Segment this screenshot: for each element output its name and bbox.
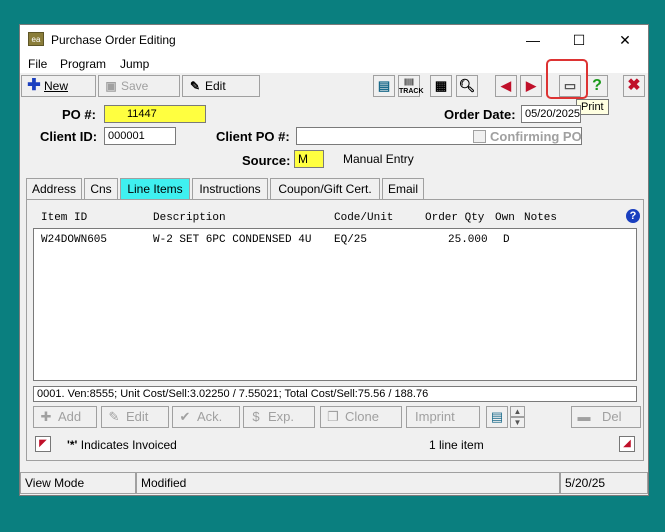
eraser-icon: ▬	[577, 409, 591, 424]
move-down-icon[interactable]: ▼	[510, 417, 525, 428]
order-date-label: Order Date:	[444, 107, 516, 122]
line-detail: 0001. Ven:8555; Unit Cost/Sell:3.02250 /…	[33, 386, 637, 402]
barcode-track-icon[interactable]: ||||| TRACK	[398, 75, 424, 97]
purchase-order-window: ea Purchase Order Editing — ☐ ✕ File Pro…	[19, 24, 649, 496]
copy-line-icon[interactable]: ▤	[486, 406, 508, 428]
tab-cns[interactable]: Cns	[84, 178, 118, 200]
tab-instructions[interactable]: Instructions	[192, 178, 268, 200]
grid-help-icon[interactable]: ?	[626, 209, 640, 223]
source-label: Source:	[242, 153, 291, 168]
search-icon[interactable]: 🔍︎	[456, 75, 478, 97]
legend-corner-icon: ◢	[619, 436, 635, 452]
imprint-line-button[interactable]: Imprint	[406, 406, 480, 428]
menu-file[interactable]: File	[28, 57, 47, 71]
col-notes: Notes	[524, 212, 558, 224]
row-item-id: W24DOWN605	[41, 234, 108, 246]
window-close-button[interactable]: ✕	[610, 29, 640, 51]
ack-line-button[interactable]: ✔ Ack.	[172, 406, 240, 428]
move-up-icon[interactable]: ▲	[510, 406, 525, 417]
pencil-icon: ✎	[108, 409, 120, 424]
pencil-icon: ✎	[189, 79, 201, 93]
clone-line-button[interactable]: ❐ Clone	[320, 406, 402, 428]
row-qty: 25.000	[448, 234, 488, 246]
window-title: Purchase Order Editing	[51, 33, 176, 47]
tab-line-items[interactable]: Line Items	[120, 178, 190, 200]
client-po-label: Client PO #:	[216, 129, 290, 144]
table-row[interactable]: W24DOWN605 W-2 SET 6PC CONDENSED 4U EQ/2…	[34, 234, 636, 250]
check-icon: ✔	[179, 409, 191, 424]
col-item-id: Item ID	[41, 212, 88, 224]
print-highlight	[546, 59, 588, 99]
add-line-button[interactable]: ✚ Add	[33, 406, 97, 428]
row-code-unit: EQ/25	[334, 234, 368, 246]
client-id-field[interactable]: 000001	[104, 127, 176, 145]
prev-arrow-icon[interactable]: ◀	[495, 75, 517, 97]
row-description: W-2 SET 6PC CONDENSED 4U	[153, 234, 312, 246]
confirming-po-checkbox[interactable]	[473, 130, 486, 143]
tab-email[interactable]: Email	[382, 178, 424, 200]
tab-coupon-gift-cert[interactable]: Coupon/Gift Cert.	[270, 178, 380, 200]
status-date: 5/20/25	[560, 472, 648, 494]
invoiced-text: Indicates Invoiced	[80, 438, 177, 452]
invoiced-legend: '*' Indicates Invoiced	[67, 438, 177, 452]
line-item-count: 1 line item	[429, 438, 484, 452]
edit-line-button[interactable]: ✎ Edit	[101, 406, 169, 428]
menu-program[interactable]: Program	[60, 57, 106, 71]
status-mode: View Mode	[20, 472, 136, 494]
help-icon[interactable]: ?	[586, 75, 608, 97]
col-own: Own	[495, 212, 515, 224]
plus-icon: ✚	[27, 77, 41, 94]
maximize-button[interactable]: ☐	[564, 29, 594, 51]
col-code-unit: Code/Unit	[334, 212, 394, 224]
source-field[interactable]: M	[294, 150, 324, 168]
order-date-field[interactable]: 05/20/2025	[521, 105, 581, 123]
next-arrow-icon[interactable]: ▶	[520, 75, 542, 97]
title-bar: ea Purchase Order Editing — ☐ ✕	[20, 25, 648, 55]
menu-jump[interactable]: Jump	[120, 57, 149, 71]
invoiced-mark: '*'	[67, 438, 78, 452]
delete-line-button[interactable]: ▬ Del	[571, 406, 641, 428]
row-own: D	[503, 234, 510, 246]
app-icon: ea	[28, 32, 44, 46]
invoiced-legend-icon: ◤	[35, 436, 51, 452]
dollar-icon: $	[252, 409, 260, 424]
save-disk-icon: ▣	[105, 79, 117, 93]
col-description: Description	[153, 212, 226, 224]
confirming-po-label: Confirming PO	[490, 129, 582, 144]
tab-address[interactable]: Address	[26, 178, 82, 200]
clone-icon: ❐	[327, 409, 339, 424]
plus-icon: ✚	[40, 409, 52, 424]
form-icon[interactable]: ▦	[430, 75, 452, 97]
exp-line-button[interactable]: $ Exp.	[243, 406, 315, 428]
status-state: Modified	[136, 472, 560, 494]
client-id-label: Client ID:	[40, 129, 98, 144]
line-items-panel: Item ID Description Code/Unit Order Qty …	[26, 199, 644, 461]
status-bar: View Mode Modified 5/20/25	[20, 471, 648, 495]
po-label: PO #:	[62, 107, 96, 122]
col-order-qty: Order Qty	[425, 212, 485, 224]
copy-icon[interactable]: ▤	[373, 75, 395, 97]
new-button[interactable]: ✚ New	[21, 75, 96, 97]
line-items-grid[interactable]: W24DOWN605 W-2 SET 6PC CONDENSED 4U EQ/2…	[33, 228, 637, 381]
save-button[interactable]: ▣ Save	[98, 75, 180, 97]
minimize-button[interactable]: —	[518, 29, 548, 51]
source-description: Manual Entry	[343, 152, 414, 166]
edit-button[interactable]: ✎ Edit	[182, 75, 260, 97]
po-number-field[interactable]: 11447	[104, 105, 206, 123]
close-icon[interactable]: ✖	[623, 75, 645, 97]
